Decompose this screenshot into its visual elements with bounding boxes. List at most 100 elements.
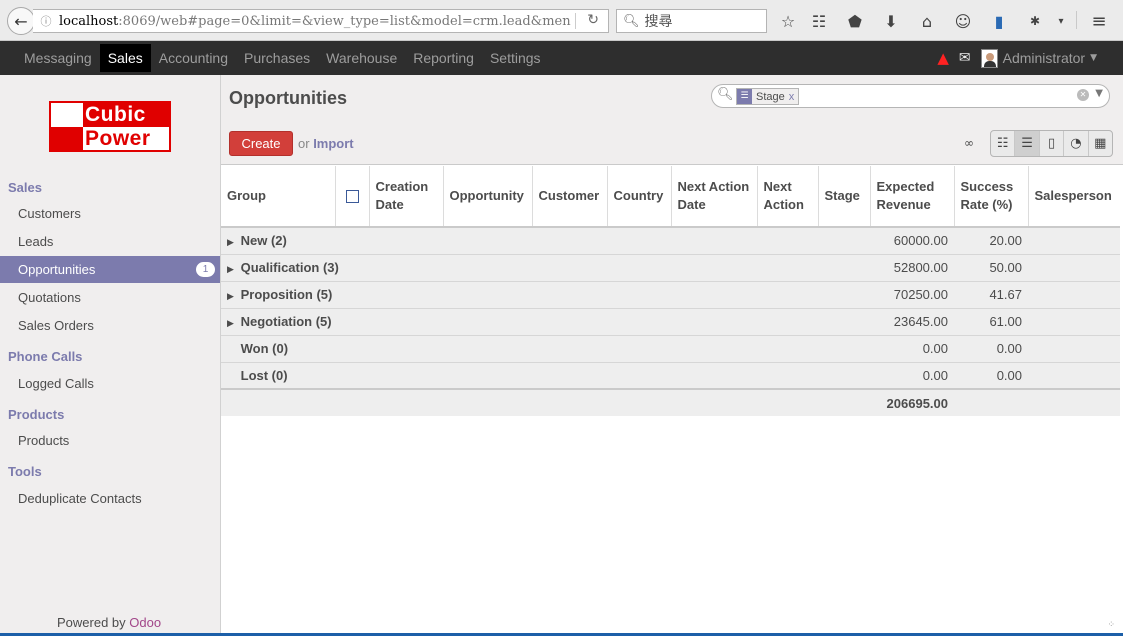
view-switcher: ☷ ☰ ▯ ◔ ▦ [990,130,1113,157]
group-expected-revenue: 52800.00 [870,254,954,282]
sidebar-item-label: Opportunities [18,262,96,277]
home-icon[interactable]: ⌂ [916,10,938,32]
import-link[interactable]: Import [313,136,353,151]
expand-triangle-icon: ▶ [227,238,234,249]
top-menu-accounting[interactable]: Accounting [151,44,236,72]
totals-row: 206695.00 [221,388,1120,416]
sidebar-item-label: Sales Orders [18,318,94,333]
form-view-icon[interactable]: ▯ [1040,131,1065,156]
odoo-link[interactable]: Odoo [129,615,161,630]
top-menu-sales[interactable]: Sales [99,44,151,72]
toolbar-divider [1076,11,1077,29]
column-header-salesperson[interactable]: Salesperson [1028,166,1120,228]
group-row-lost[interactable]: Lost (0) 0.00 0.00 [221,362,1120,390]
pocket-icon[interactable]: ⬟ [844,10,866,32]
resize-grip-icon[interactable]: ⁘ [1107,620,1115,630]
import-area: or Import [298,136,354,151]
browser-search-placeholder: 搜尋 [644,13,673,29]
top-menu-warehouse[interactable]: Warehouse [318,44,405,72]
extension-icon[interactable]: ✱ [1024,10,1046,32]
logo-line-2: Power [85,127,151,150]
user-menu[interactable]: Administrator ▼ [980,48,1097,68]
expand-triangle-icon: ▶ [227,292,234,302]
control-panel: Opportunities 🔍︎ ☰ Stage x ✕ ▼ Create or… [221,75,1123,165]
column-header-country[interactable]: Country [607,166,672,228]
list-view-icon[interactable]: ☰ [1015,131,1040,156]
logo-line-1: Cubic [85,103,146,126]
column-header-creation-date[interactable]: Creation Date [369,166,444,228]
hello-chat-icon[interactable]: ☺ [952,10,974,32]
column-header-success-rate[interactable]: Success Rate (%) [954,166,1029,228]
sidebar-item-label: Quotations [18,290,81,305]
sidebar-item-logged-calls[interactable]: Logged Calls [0,370,220,397]
sidebar-item-leads[interactable]: Leads [0,228,220,255]
column-header-next-action-date[interactable]: Next Action Date [671,166,758,228]
sidebar-item-quotations[interactable]: Quotations [0,284,220,311]
calendar-view-icon[interactable]: ▦ [1089,131,1112,156]
back-arrow-icon[interactable]: ← [7,7,35,35]
chat-icon[interactable]: ✉︎ [959,50,971,66]
group-expected-revenue: 0.00 [870,362,954,390]
bookmark-star-icon[interactable]: ☆ [777,10,799,32]
create-button[interactable]: Create [229,131,293,156]
company-logo[interactable]: Cubic Power [49,101,171,152]
top-menu-settings[interactable]: Settings [482,44,549,72]
group-label: Lost (0) [240,367,288,383]
group-success-rate: 50.00 [954,254,1028,282]
column-header-select [335,166,370,228]
sidebar-item-customers[interactable]: Customers [0,200,220,227]
chevron-down-icon[interactable]: ▾ [1050,10,1072,32]
opportunities-table: Group Creation Date Opportunity Customer… [221,166,1120,416]
sidebar-item-deduplicate-contacts[interactable]: Deduplicate Contacts [0,485,220,512]
column-header-expected-revenue[interactable]: Expected Revenue [870,166,955,228]
top-menu-purchases[interactable]: Purchases [236,44,318,72]
reload-icon[interactable]: ↻ [587,12,599,28]
clear-search-icon[interactable]: ✕ [1077,89,1089,101]
kanban-view-icon[interactable]: ☷ [991,131,1016,156]
sidebar-item-sales-orders[interactable]: Sales Orders [0,312,220,339]
sidebar-item-label: Deduplicate Contacts [18,491,142,506]
url-bar[interactable]: ⓘ localhost:8069/web#page=0&limit=&view_… [33,9,609,33]
column-header-customer[interactable]: Customer [532,166,608,228]
sidebar-item-label: Logged Calls [18,376,94,391]
group-row-won[interactable]: Won (0) 0.00 0.00 [221,335,1120,363]
column-header-opportunity[interactable]: Opportunity [443,166,533,228]
group-success-rate: 20.00 [954,227,1028,255]
expand-triangle-icon: ▶ [227,265,234,275]
search-input[interactable]: 🔍︎ ☰ Stage x ✕ ▼ [711,84,1110,108]
top-menu: Messaging Sales Accounting Purchases War… [16,44,549,72]
group-row-proposition[interactable]: ▶ Proposition (5) 70250.00 41.67 [221,281,1120,309]
pager-infinity[interactable]: ∞ [964,136,974,150]
column-header-stage[interactable]: Stage [818,166,871,228]
group-label: Qualification (3) [240,260,339,275]
top-menu-reporting[interactable]: Reporting [405,44,482,72]
group-row-new[interactable]: ▶ New (2) 60000.00 20.00 [221,227,1120,255]
user-name: Administrator [1002,50,1086,66]
column-header-group[interactable]: Group [221,166,336,228]
sidebar-item-label: Products [18,433,70,448]
select-all-checkbox[interactable] [345,190,359,204]
search-options-caret-icon[interactable]: ▼ [1095,88,1103,99]
extension-book-icon[interactable]: ▮ [988,10,1010,32]
url-host: localhost [59,13,119,29]
group-label: Won (0) [240,341,289,356]
browser-search-input[interactable]: 🔍︎ 搜尋 [616,9,767,33]
column-header-next-action[interactable]: Next Action [757,166,819,228]
sidebar-item-opportunities[interactable]: Opportunities 1 [0,256,220,283]
info-icon[interactable]: ⓘ [33,13,59,29]
download-icon[interactable]: ⬇ [880,10,902,32]
reading-list-icon[interactable]: ☷ [808,10,830,32]
powered-by: Powered by Odoo [57,615,161,630]
search-icon[interactable]: 🔍︎ [717,87,734,102]
warning-icon[interactable]: ▲ [937,49,949,67]
expand-triangle-icon: ▶ [227,319,234,329]
facet-remove-button[interactable]: x [789,91,799,103]
browser-toolbar: ← ⓘ localhost:8069/web#page=0&limit=&vie… [0,0,1123,41]
hamburger-menu-icon[interactable]: ≡ [1088,10,1110,32]
group-row-qualification[interactable]: ▶ Qualification (3) 52800.00 50.00 [221,254,1120,282]
group-success-rate: 0.00 [954,362,1028,390]
group-row-negotiation[interactable]: ▶ Negotiation (5) 23645.00 61.00 [221,308,1120,336]
graph-view-icon[interactable]: ◔ [1064,131,1089,156]
top-menu-messaging[interactable]: Messaging [16,44,100,72]
sidebar-item-products[interactable]: Products [0,427,220,454]
